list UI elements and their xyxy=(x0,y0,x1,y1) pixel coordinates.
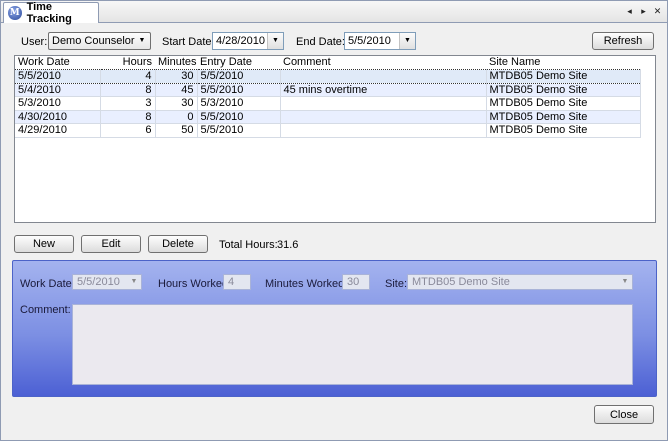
chevron-down-icon[interactable]: ▼ xyxy=(267,33,283,49)
cell-work-date: 5/5/2010 xyxy=(15,69,101,84)
new-button[interactable]: New xyxy=(14,235,74,253)
table-row[interactable]: 5/5/2010 4 30 5/5/2010 MTDB05 Demo Site xyxy=(15,69,641,84)
cell-work-date: 4/30/2010 xyxy=(15,110,101,124)
scroll-right-icon[interactable]: ▸ xyxy=(638,5,649,17)
site-label: Site: xyxy=(385,278,408,290)
chevron-down-icon[interactable]: ▼ xyxy=(399,33,415,49)
user-select[interactable]: Demo Counselor ▼ xyxy=(48,32,151,50)
cell-hours: 8 xyxy=(100,110,156,124)
table-row[interactable]: 5/3/2010 3 30 5/3/2010 MTDB05 Demo Site xyxy=(15,96,641,111)
cell-hours: 8 xyxy=(100,83,156,97)
delete-button[interactable]: Delete xyxy=(148,235,208,253)
app-logo-icon: M xyxy=(8,6,22,20)
comment-label: Comment: xyxy=(20,304,71,316)
hours-worked-value: 4 xyxy=(228,276,235,288)
cell-entry-date: 5/3/2010 xyxy=(197,96,281,111)
time-tracking-window: M Time Tracking ◂ ▸ ✕ User: Demo Counsel… xyxy=(0,0,668,441)
column-header-minutes[interactable]: Minutes xyxy=(155,56,197,70)
end-date-label: End Date: xyxy=(296,36,345,48)
refresh-button[interactable]: Refresh xyxy=(592,32,654,50)
start-date-picker[interactable]: 4/28/2010 ▼ xyxy=(212,32,284,50)
minutes-worked-input: 30 xyxy=(342,274,370,290)
cell-minutes: 50 xyxy=(155,123,198,138)
edit-button[interactable]: Edit xyxy=(81,235,141,253)
site-select-value: MTDB05 Demo Site xyxy=(412,276,510,288)
tab-title: Time Tracking xyxy=(26,1,72,25)
work-date-picker: 5/5/2010 ▼ xyxy=(72,274,142,290)
comment-textarea xyxy=(72,304,633,385)
cell-hours: 4 xyxy=(100,69,156,84)
cell-comment xyxy=(280,123,487,138)
close-icon[interactable]: ✕ xyxy=(652,5,663,17)
table-row[interactable]: 5/4/2010 8 45 5/5/2010 45 mins overtime … xyxy=(15,83,641,97)
minutes-worked-label: Minutes Worked: xyxy=(265,278,348,290)
work-date-value: 5/5/2010 xyxy=(77,276,120,288)
cell-minutes: 30 xyxy=(155,69,198,84)
cell-entry-date: 5/5/2010 xyxy=(197,69,281,84)
hours-worked-input: 4 xyxy=(223,274,251,290)
hours-worked-label: Hours Worked: xyxy=(158,278,232,290)
tab-controls: ◂ ▸ ✕ xyxy=(624,5,663,17)
cell-minutes: 0 xyxy=(155,110,198,124)
chevron-down-icon: ▼ xyxy=(138,37,146,44)
cell-entry-date: 5/5/2010 xyxy=(197,123,281,138)
cell-work-date: 5/3/2010 xyxy=(15,96,101,111)
cell-comment xyxy=(280,96,487,111)
cell-entry-date: 5/5/2010 xyxy=(197,110,281,124)
work-date-label: Work Date: xyxy=(20,278,75,290)
cell-minutes: 45 xyxy=(155,83,198,97)
grid-header-row: Work Date Hours Minutes Entry Date Comme… xyxy=(15,56,640,70)
time-entries-table: Work Date Hours Minutes Entry Date Comme… xyxy=(15,56,641,138)
cell-site-name: MTDB05 Demo Site xyxy=(486,96,641,111)
cell-minutes: 30 xyxy=(155,96,198,111)
cell-work-date: 5/4/2010 xyxy=(15,83,101,97)
chevron-down-icon: ▼ xyxy=(621,278,629,285)
start-date-label: Start Date: xyxy=(162,36,215,48)
user-label: User: xyxy=(21,36,48,48)
tab-strip: M Time Tracking ◂ ▸ ✕ xyxy=(1,1,667,25)
chevron-down-icon: ▼ xyxy=(130,278,138,285)
total-hours-value: 31.6 xyxy=(277,239,299,251)
cell-hours: 6 xyxy=(100,123,156,138)
cell-comment: 45 mins overtime xyxy=(280,83,487,97)
cell-work-date: 4/29/2010 xyxy=(15,123,101,138)
column-header-comment[interactable]: Comment xyxy=(280,56,486,70)
tab-time-tracking[interactable]: M Time Tracking xyxy=(3,1,99,25)
minutes-worked-value: 30 xyxy=(347,276,360,288)
end-date-picker[interactable]: 5/5/2010 ▼ xyxy=(344,32,416,50)
column-header-hours[interactable]: Hours xyxy=(100,56,155,70)
cell-hours: 3 xyxy=(100,96,156,111)
column-header-entry-date[interactable]: Entry Date xyxy=(197,56,280,70)
cell-comment xyxy=(280,69,487,84)
column-header-site-name[interactable]: Site Name xyxy=(486,56,640,70)
time-entries-grid[interactable]: Work Date Hours Minutes Entry Date Comme… xyxy=(14,55,656,223)
site-select: MTDB05 Demo Site ▼ xyxy=(407,274,633,290)
table-row[interactable]: 4/30/2010 8 0 5/5/2010 MTDB05 Demo Site xyxy=(15,110,641,124)
cell-site-name: MTDB05 Demo Site xyxy=(486,69,641,84)
user-select-value: Demo Counselor xyxy=(52,35,135,47)
table-row[interactable]: 4/29/2010 6 50 5/5/2010 MTDB05 Demo Site xyxy=(15,123,641,138)
cell-site-name: MTDB05 Demo Site xyxy=(486,83,641,97)
entry-detail-panel: Work Date: 5/5/2010 ▼ Hours Worked: 4 Mi… xyxy=(12,260,657,397)
close-button[interactable]: Close xyxy=(594,405,654,424)
scroll-left-icon[interactable]: ◂ xyxy=(624,5,635,17)
cell-site-name: MTDB05 Demo Site xyxy=(486,110,641,124)
column-header-work-date[interactable]: Work Date xyxy=(15,56,100,70)
cell-comment xyxy=(280,110,487,124)
start-date-value: 4/28/2010 xyxy=(216,35,265,47)
cell-site-name: MTDB05 Demo Site xyxy=(486,123,641,138)
cell-entry-date: 5/5/2010 xyxy=(197,83,281,97)
end-date-value: 5/5/2010 xyxy=(348,35,391,47)
total-hours-label: Total Hours: xyxy=(219,239,278,251)
